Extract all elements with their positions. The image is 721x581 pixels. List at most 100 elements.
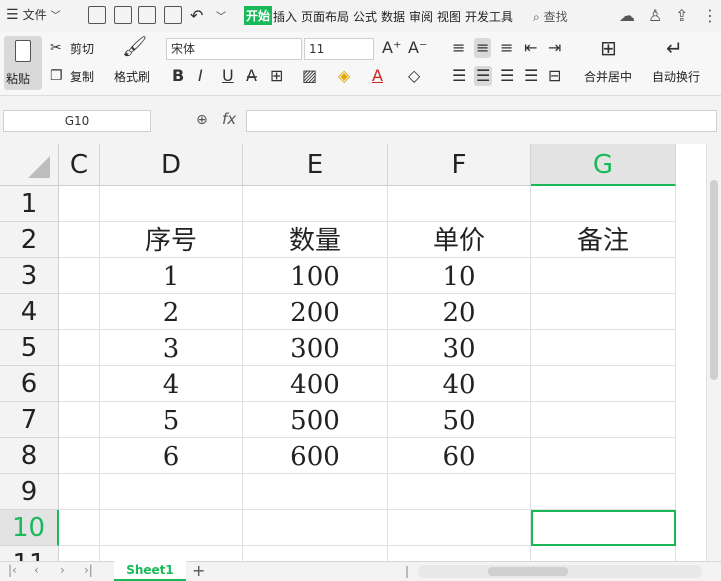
format-painter-button[interactable]: 格式刷 <box>114 68 150 85</box>
cell-f3[interactable]: 10 <box>388 258 531 294</box>
cell-c4[interactable] <box>59 294 100 330</box>
cell-f7[interactable]: 50 <box>388 402 531 438</box>
cell-d9[interactable] <box>100 474 243 510</box>
tab-page-layout[interactable]: 页面布局 <box>301 8 349 25</box>
cell-d3[interactable]: 1 <box>100 258 243 294</box>
cell-d7[interactable]: 5 <box>100 402 243 438</box>
column-header-e[interactable]: E <box>243 144 388 186</box>
cell-c7[interactable] <box>59 402 100 438</box>
tab-review[interactable]: 审阅 <box>409 8 433 25</box>
row-header-6[interactable]: 6 <box>0 366 59 402</box>
merge-center-button[interactable]: 合并居中 <box>584 68 632 85</box>
add-sheet-icon[interactable]: + <box>192 561 205 580</box>
fill-color-icon[interactable]: ◈ <box>338 68 350 84</box>
cell-d4[interactable]: 2 <box>100 294 243 330</box>
decrease-font-icon[interactable]: A⁻ <box>408 40 427 56</box>
row-header-1[interactable]: 1 <box>0 186 59 222</box>
cell-e4[interactable]: 200 <box>243 294 388 330</box>
font-size-select[interactable]: 11 <box>304 38 374 60</box>
tab-formulas[interactable]: 公式 <box>353 8 377 25</box>
cell-d2[interactable]: 序号 <box>100 222 243 258</box>
cell-f1[interactable] <box>388 186 531 222</box>
column-header-c[interactable]: C <box>59 144 100 186</box>
formula-input[interactable] <box>246 110 717 132</box>
align-middle-icon[interactable]: ≡ <box>474 38 492 58</box>
row-header-7[interactable]: 7 <box>0 402 59 438</box>
zoom-icon[interactable]: ⊕ <box>196 112 208 128</box>
cloud-icon[interactable]: ☁ <box>619 6 635 25</box>
copy-icon[interactable]: ❐ <box>50 68 63 84</box>
cell-c10[interactable] <box>59 510 100 546</box>
cell-f8[interactable]: 60 <box>388 438 531 474</box>
cell-f4[interactable]: 20 <box>388 294 531 330</box>
file-menu[interactable]: ☰ 文件 ﹀ <box>6 6 61 23</box>
cell-g1[interactable] <box>531 186 676 222</box>
cell-c3[interactable] <box>59 258 100 294</box>
cell-c1[interactable] <box>59 186 100 222</box>
column-header-d[interactable]: D <box>100 144 243 186</box>
first-sheet-icon[interactable]: |‹ <box>8 563 17 577</box>
undo-icon[interactable]: ↶ <box>190 6 203 25</box>
cell-g4[interactable] <box>531 294 676 330</box>
wrap-text-button[interactable]: 自动换行 <box>652 68 700 85</box>
cut-button[interactable]: 剪切 <box>70 40 94 57</box>
cell-f2[interactable]: 单价 <box>388 222 531 258</box>
h-scroll-thumb[interactable] <box>488 567 568 576</box>
save-as-icon[interactable] <box>114 6 132 24</box>
format-painter-icon[interactable]: 🖌 <box>122 36 147 56</box>
cell-g2[interactable]: 备注 <box>531 222 676 258</box>
clear-format-icon[interactable]: ◇ <box>408 68 420 84</box>
cell-c6[interactable] <box>59 366 100 402</box>
cell-e3[interactable]: 100 <box>243 258 388 294</box>
row-header-10[interactable]: 10 <box>0 510 59 546</box>
wrap-text-icon[interactable]: ↵ <box>666 38 683 58</box>
print-preview-icon[interactable] <box>164 6 182 24</box>
fx-icon[interactable]: fx <box>222 110 236 128</box>
bold-icon[interactable]: B <box>172 68 184 84</box>
tab-home[interactable]: 开始 <box>244 6 273 25</box>
row-header-8[interactable]: 8 <box>0 438 59 474</box>
cell-d6[interactable]: 4 <box>100 366 243 402</box>
paste-button[interactable]: 粘贴 <box>4 36 42 90</box>
row-header-3[interactable]: 3 <box>0 258 59 294</box>
underline-icon[interactable]: U <box>222 68 234 84</box>
cell-f10[interactable] <box>388 510 531 546</box>
cell-g3[interactable] <box>531 258 676 294</box>
cell-d10[interactable] <box>100 510 243 546</box>
cell-c5[interactable] <box>59 330 100 366</box>
splitter-icon[interactable] <box>406 566 408 578</box>
font-name-select[interactable]: 宋体 <box>166 38 302 60</box>
cell-e7[interactable]: 500 <box>243 402 388 438</box>
scroll-thumb[interactable] <box>710 180 718 380</box>
cell-c8[interactable] <box>59 438 100 474</box>
column-header-g[interactable]: G <box>531 144 676 186</box>
italic-icon[interactable]: I <box>198 68 203 84</box>
increase-font-icon[interactable]: A⁺ <box>382 40 401 56</box>
cell-c9[interactable] <box>59 474 100 510</box>
sheet-tab[interactable]: Sheet1 <box>114 561 186 581</box>
cell-d5[interactable]: 3 <box>100 330 243 366</box>
cut-icon[interactable]: ✂ <box>50 40 62 56</box>
justify-icon[interactable]: ☰ <box>524 68 538 84</box>
cell-f5[interactable]: 30 <box>388 330 531 366</box>
cell-c2[interactable] <box>59 222 100 258</box>
more-chevron-icon[interactable]: ﹀ <box>216 8 226 23</box>
cell-g8[interactable] <box>531 438 676 474</box>
row-header-9[interactable]: 9 <box>0 474 59 510</box>
align-center-icon[interactable]: ☰ <box>474 66 493 86</box>
cell-g10[interactable] <box>531 510 676 546</box>
tab-data[interactable]: 数据 <box>381 8 405 25</box>
tab-insert[interactable]: 插入 <box>273 8 297 25</box>
column-header-f[interactable]: F <box>388 144 531 186</box>
strikethrough-icon[interactable]: A̶ <box>246 68 257 84</box>
cell-f9[interactable] <box>388 474 531 510</box>
cell-g6[interactable] <box>531 366 676 402</box>
share-icon[interactable]: ⇪ <box>675 6 688 25</box>
row-header-2[interactable]: 2 <box>0 222 59 258</box>
user-icon[interactable]: ♙ <box>648 6 662 25</box>
select-all-corner[interactable] <box>0 144 59 186</box>
save-icon[interactable] <box>88 6 106 24</box>
vertical-scrollbar[interactable] <box>706 144 721 561</box>
align-left-icon[interactable]: ☰ <box>452 68 466 84</box>
distributed-icon[interactable]: ⊟ <box>548 68 561 84</box>
